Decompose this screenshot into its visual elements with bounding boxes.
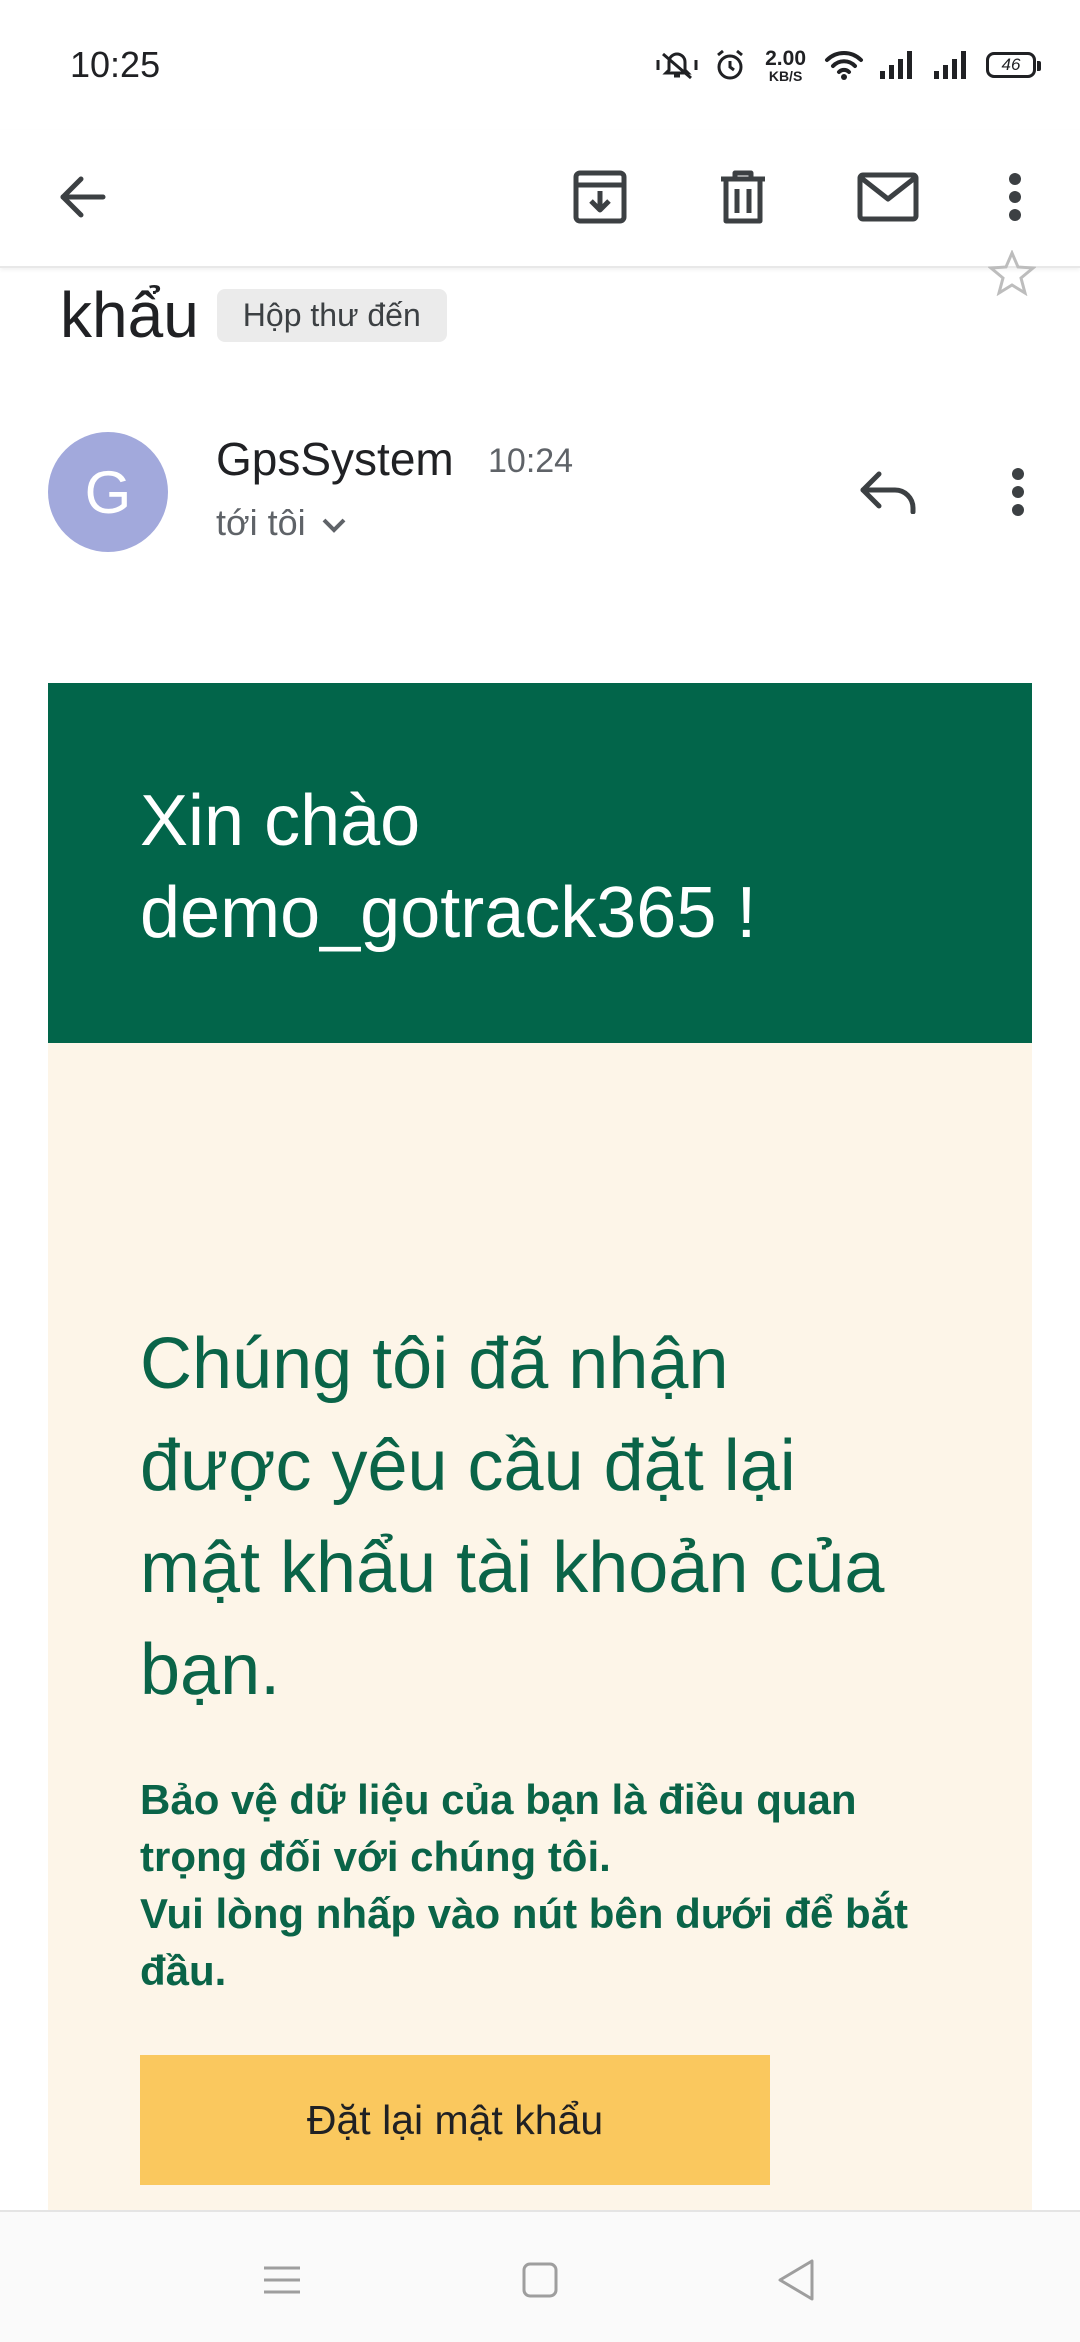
status-bar: 10:25 2.00 KB/S 46 [0,0,1080,130]
email-subject: khẩu [60,279,199,351]
chevron-down-icon [320,502,348,544]
email-toolbar [0,130,1080,268]
menu-icon[interactable] [242,2240,322,2320]
paragraph-line2: Vui lòng nhấp vào nút bên dưới để bắt đầ… [140,1890,909,1994]
delete-icon[interactable] [698,152,788,242]
email-headline: Chúng tôi đã nhận được yêu cầu đặt lại m… [140,1324,885,1710]
back-arrow-icon[interactable] [38,152,128,242]
paragraph-line1: Bảo vệ dữ liệu của bạn là điều quan trọn… [140,1776,857,1880]
recipient-text: tới tôi [216,502,306,543]
email-paragraph: Bảo vệ dữ liệu của bạn là điều quan trọn… [140,1771,940,1999]
archive-icon[interactable] [555,152,645,242]
greeting-line1: Xin chào [140,781,421,861]
avatar[interactable]: G [48,432,168,552]
more-vert-icon[interactable] [970,152,1060,242]
vibrate-icon [655,48,699,82]
greeting-line2: demo_gotrack365 ! [140,873,757,953]
inbox-label-chip[interactable]: Hộp thư đến [216,288,447,342]
sender-row: G GpsSystem 10:24 tới tôi [48,432,1048,562]
reply-icon[interactable] [848,452,928,532]
signal-icon [878,49,918,81]
sender-time: 10:24 [488,442,574,480]
recipient-toggle[interactable]: tới tôi [216,502,348,544]
signal-icon [932,49,972,81]
network-speed: 2.00 KB/S [765,46,806,84]
status-time: 10:25 [70,44,161,85]
alarm-icon [713,48,747,82]
back-icon[interactable] [756,2240,836,2320]
system-nav-bar [0,2210,1080,2342]
more-vert-icon[interactable] [978,452,1058,532]
mark-unread-icon[interactable] [843,152,933,242]
home-icon[interactable] [500,2240,580,2320]
subject-row: khẩu Hộp thư đến [60,270,447,360]
battery-icon: 46 [986,52,1041,78]
sender-name: GpsSystem [216,433,454,485]
star-icon[interactable] [987,249,1037,301]
wifi-icon [824,49,864,81]
email-greeting-banner: Xin chào demo_gotrack365 ! [48,683,1032,1043]
email-body: Chúng tôi đã nhận được yêu cầu đặt lại m… [48,1043,1032,2210]
reset-password-button[interactable]: Đặt lại mật khẩu [140,2055,770,2185]
status-icons: 2.00 KB/S 46 [655,40,1041,90]
